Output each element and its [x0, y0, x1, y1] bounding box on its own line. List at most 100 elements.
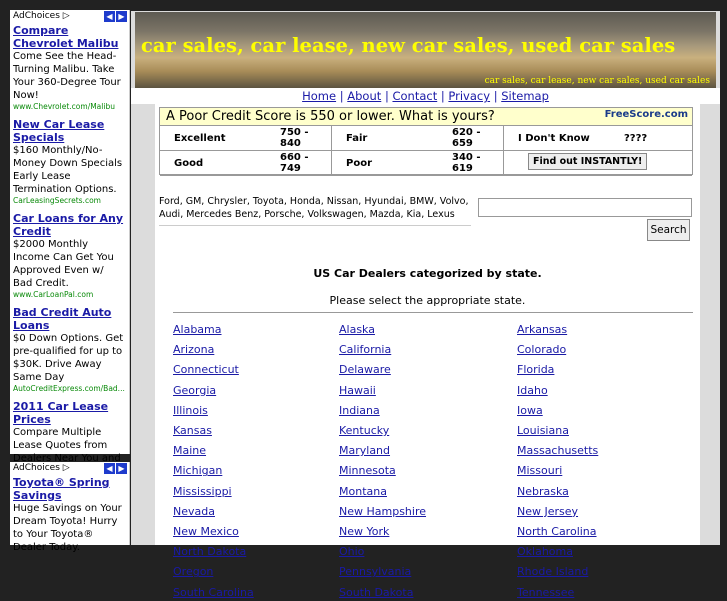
ad-title-link[interactable]: Toyota® Spring Savings [13, 476, 126, 502]
main-panel: car sales, car lease, new car sales, use… [131, 11, 720, 599]
ad-prev-icon[interactable]: ◀ [104, 11, 115, 22]
ad-url[interactable]: AutoCreditExpress.com/Bad... [13, 384, 126, 394]
state-link[interactable]: Massachusetts [517, 444, 598, 457]
state-link[interactable]: New York [339, 525, 389, 538]
nav-separator: | [384, 89, 389, 103]
score-range: 620 - 659 [452, 127, 481, 149]
freescore-logo[interactable]: FreeScore.com [605, 109, 688, 120]
nav-link-privacy[interactable]: Privacy [448, 89, 490, 103]
state-link[interactable]: Kansas [173, 424, 212, 437]
search-input[interactable] [478, 198, 692, 217]
state-link[interactable]: Arizona [173, 343, 214, 356]
ad-url[interactable]: CarLeasingSecrets.com [13, 196, 126, 206]
state-link[interactable]: Florida [517, 363, 554, 376]
nav-link-contact[interactable]: Contact [392, 89, 437, 103]
state-link[interactable]: Louisiana [517, 424, 569, 437]
state-link[interactable]: Tennessee [517, 586, 574, 599]
score-label: Good [174, 157, 204, 169]
freescore-option[interactable]: I Don't Know???? [504, 126, 692, 151]
freescore-option[interactable]: Poor 340 - 619 [332, 151, 504, 176]
ad-header: AdChoices ▷ ◀ ▶ [10, 10, 129, 24]
state-link[interactable]: Illinois [173, 404, 208, 417]
state-link[interactable]: New Mexico [173, 525, 239, 538]
state-link[interactable]: Missouri [517, 464, 562, 477]
state-link[interactable]: Maryland [339, 444, 390, 457]
nav-separator: | [440, 89, 445, 103]
page-heading: US Car Dealers categorized by state. [313, 267, 542, 280]
ad-url[interactable]: www.Chevrolet.com/Malibu [13, 102, 126, 112]
state-link[interactable]: Alabama [173, 323, 222, 336]
state-link[interactable]: Ohio [339, 545, 364, 558]
ad-url[interactable]: www.CarLoanPal.com [13, 290, 126, 300]
freescore-grid: Excellent 750 - 840 Fair 620 - 659 I Don't K… [160, 126, 692, 176]
state-link[interactable]: Michigan [173, 464, 222, 477]
ad-title-link[interactable]: Bad Credit Auto Loans [13, 306, 126, 332]
state-link[interactable]: California [339, 343, 391, 356]
ad-item: New Car Lease Specials $160 Monthly/No-Mo… [10, 118, 129, 206]
ad-description: $2000 Monthly Income Can Get You Approve… [13, 239, 114, 289]
ad-next-icon[interactable]: ▶ [116, 11, 127, 22]
state-link[interactable]: Pennsylvania [339, 565, 411, 578]
adchoices-label[interactable]: AdChoices ▷ [13, 11, 70, 21]
state-link[interactable]: South Dakota [339, 586, 413, 599]
state-link[interactable]: Idaho [517, 384, 548, 397]
state-link[interactable]: Nebraska [517, 485, 569, 498]
score-label: Fair [346, 132, 368, 144]
state-link[interactable]: Connecticut [173, 363, 239, 376]
freescore-question[interactable]: A Poor Credit Score is 550 or lower. Wha… [166, 108, 495, 125]
state-link[interactable]: Kentucky [339, 424, 389, 437]
state-link[interactable]: Oklahoma [517, 545, 573, 558]
ad-description: $160 Monthly/No-Money Down Specials Earl… [13, 145, 123, 195]
ad-title-link[interactable]: Compare Chevrolet Malibu [13, 24, 126, 50]
ad-column: AdChoices ▷ ◀ ▶ Compare Chevrolet Malibu C… [0, 0, 130, 553]
ad-prev-icon[interactable]: ◀ [104, 463, 115, 474]
state-link[interactable]: Minnesota [339, 464, 396, 477]
nav-separator: | [339, 89, 344, 103]
nav-link-sitemap[interactable]: Sitemap [501, 89, 549, 103]
state-link[interactable]: Georgia [173, 384, 216, 397]
state-link[interactable]: Oregon [173, 565, 213, 578]
state-link[interactable]: North Carolina [517, 525, 597, 538]
state-link[interactable]: Hawaii [339, 384, 376, 397]
ad-title-link[interactable]: 2011 Car Lease Prices [13, 400, 126, 426]
freescore-option[interactable]: Find out INSTANTLY! [504, 151, 692, 176]
state-link[interactable]: Mississippi [173, 485, 232, 498]
nav-link-about[interactable]: About [347, 89, 381, 103]
nav-link-home[interactable]: Home [302, 89, 336, 103]
score-range: ???? [624, 132, 648, 144]
ad-header: AdChoices ▷ ◀ ▶ [10, 462, 129, 476]
score-label: I Don't Know [518, 132, 590, 144]
state-link[interactable]: New Hampshire [339, 505, 426, 518]
freescore-widget: A Poor Credit Score is 550 or lower. Wha… [159, 107, 693, 176]
freescore-option[interactable]: Excellent 750 - 840 [160, 126, 332, 151]
state-link[interactable]: Maine [173, 444, 206, 457]
ad-title-link[interactable]: New Car Lease Specials [13, 118, 126, 144]
state-link[interactable]: Iowa [517, 404, 543, 417]
adchoices-label[interactable]: AdChoices ▷ [13, 463, 70, 473]
state-link[interactable]: Delaware [339, 363, 391, 376]
freescore-option[interactable]: Good 660 - 749 [160, 151, 332, 176]
ad-description: Huge Savings on Your Dream Toyota! Hurry… [13, 503, 122, 553]
banner-title: car sales, car lease, new car sales, use… [141, 34, 676, 57]
state-link[interactable]: Alaska [339, 323, 375, 336]
state-link[interactable]: North Dakota [173, 545, 246, 558]
ad-title-link[interactable]: Car Loans for Any Credit [13, 212, 126, 238]
state-link[interactable]: South Carolina [173, 586, 254, 599]
banner-subtitle: car sales, car lease, new car sales, use… [484, 76, 710, 86]
ad-item: Bad Credit Auto Loans $0 Down Options. Ge… [10, 306, 129, 394]
state-link[interactable]: Nevada [173, 505, 215, 518]
freescore-option[interactable]: Fair 620 - 659 [332, 126, 504, 151]
site-banner: car sales, car lease, new car sales, use… [135, 12, 716, 88]
ad-next-icon[interactable]: ▶ [116, 463, 127, 474]
search-button[interactable]: Search [647, 219, 690, 241]
find-out-button[interactable]: Find out INSTANTLY! [528, 153, 648, 170]
state-link[interactable]: New Jersey [517, 505, 578, 518]
state-link[interactable]: Rhode Island [517, 565, 588, 578]
state-link[interactable]: Arkansas [517, 323, 567, 336]
freescore-header[interactable]: A Poor Credit Score is 550 or lower. Wha… [160, 108, 692, 126]
ad-description: $0 Down Options. Get pre-qualified for u… [13, 333, 124, 383]
state-link[interactable]: Indiana [339, 404, 380, 417]
state-link[interactable]: Montana [339, 485, 387, 498]
score-label: Excellent [174, 132, 226, 144]
state-link[interactable]: Colorado [517, 343, 566, 356]
